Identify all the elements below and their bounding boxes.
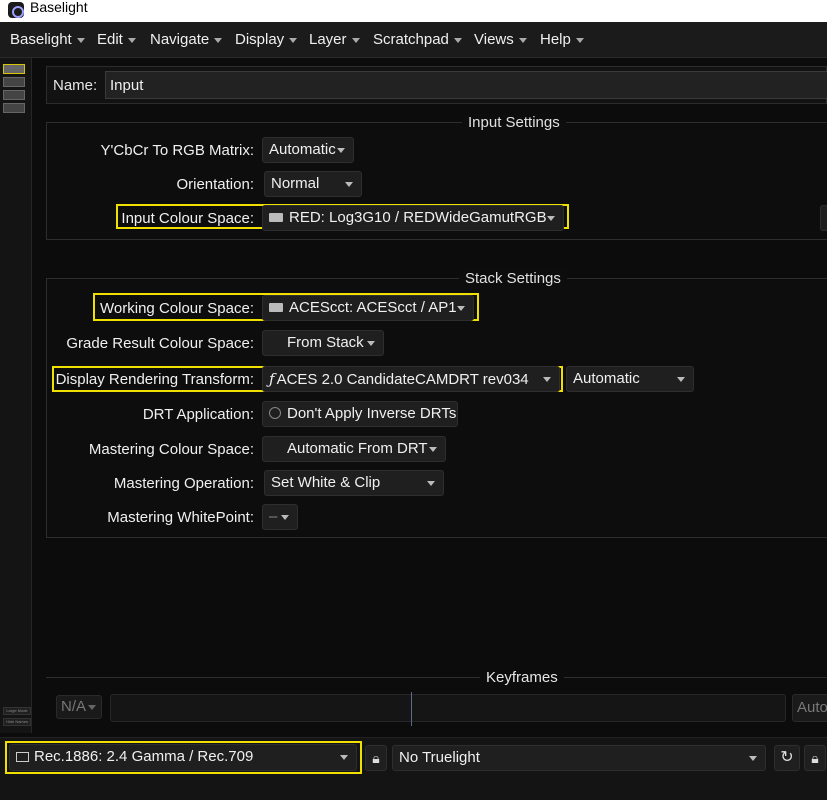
drt-label: Display Rendering Transform: [55,371,254,388]
chevron-down-icon [345,182,353,187]
camera-icon [269,303,283,312]
grade-result-dropdown[interactable]: From Stack [262,330,384,356]
name-input[interactable] [105,71,827,99]
chevron-down-icon [457,306,465,311]
menu-display[interactable]: Display [235,22,298,58]
input-colour-space-dropdown[interactable]: RED: Log3G10 / REDWideGamutRGB [262,205,564,231]
chevron-down-icon [575,37,584,43]
chevron-down-icon [127,37,136,43]
keyframe-timeline[interactable] [110,692,786,726]
window-title: Baselight [30,0,88,15]
menu-edit[interactable]: Edit [97,22,136,58]
keyframes-section: Keyframes N/A Auto [46,669,827,737]
layer-sidebar: Large Mode Hide Names [0,58,32,733]
menu-help[interactable]: Help [540,22,584,58]
chevron-down-icon [214,37,223,43]
chevron-down-icon [427,481,435,486]
chevron-down-icon [367,341,375,346]
chevron-down-icon [281,515,289,520]
title-bar: Baselight [0,0,827,22]
drt-application-label: DRT Application: [142,406,254,423]
mastering-colour-space-label: Mastering Colour Space: [88,441,254,458]
working-colour-space-label: Working Colour Space: [100,300,254,317]
chevron-down-icon [340,755,348,760]
radio-icon [269,407,281,420]
chevron-down-icon [351,37,360,43]
layer-thumbnail[interactable] [3,64,25,74]
menu-bar: Baselight Edit Navigate Display Layer Sc… [0,22,827,58]
menu-navigate[interactable]: Navigate [150,22,223,58]
grade-result-label: Grade Result Colour Space: [66,335,254,352]
input-side-button[interactable] [820,205,827,231]
drt-application-toggle[interactable]: Don't Apply Inverse DRTs [262,401,458,427]
large-mode-button[interactable]: Large Mode [3,707,31,715]
mastering-whitepoint-dropdown[interactable]: – [262,504,298,530]
keyframes-title: Keyframes [480,669,564,686]
baselight-app-icon [8,2,24,18]
refresh-icon: ↻ [780,749,794,766]
chevron-down-icon [547,216,555,221]
input-colour-space-label: Input Colour Space: [121,210,254,227]
mastering-whitepoint-label: Mastering WhitePoint: [107,509,254,526]
ycbcr-matrix-dropdown[interactable]: Automatic [262,137,354,163]
menu-layer[interactable]: Layer [309,22,360,58]
mastering-operation-dropdown[interactable]: Set White & Clip [264,470,444,496]
chevron-down-icon [749,756,757,761]
playhead[interactable] [411,692,412,726]
truelight-dropdown[interactable]: No Truelight [392,745,766,771]
stack-settings-title: Stack Settings [459,270,567,288]
input-settings-title: Input Settings [462,114,566,132]
lock-icon: 🔒︎ [372,750,380,766]
lock-button-secondary[interactable]: 🔒︎ [804,745,826,771]
orientation-label: Orientation: [176,176,254,193]
name-label: Name: [53,77,98,94]
working-colour-space-dropdown[interactable]: ACEScct: ACEScct / AP1 [262,295,474,321]
refresh-button[interactable]: ↻ [774,745,800,771]
chevron-down-icon [677,377,685,382]
monitor-icon [16,752,29,762]
layer-thumbnail[interactable] [3,90,25,100]
mastering-operation-label: Mastering Operation: [113,475,254,492]
ycbcr-matrix-label: Y'CbCr To RGB Matrix: [100,142,254,159]
menu-baselight[interactable]: Baselight [10,22,85,58]
chevron-down-icon [289,37,298,43]
menu-views[interactable]: Views [474,22,527,58]
camera-icon [269,213,283,222]
chevron-down-icon [429,447,437,452]
chevron-down-icon [543,377,551,382]
fx-icon: ƒ [269,370,275,388]
mastering-colour-space-dropdown[interactable]: Automatic From DRT [262,436,446,462]
keyframe-mode-dropdown[interactable]: N/A [56,695,102,719]
chevron-down-icon [88,705,96,710]
display-transform-dropdown[interactable]: Rec.1886: 2.4 Gamma / Rec.709 [9,744,357,771]
keyframe-auto-button[interactable]: Auto [792,694,827,722]
chevron-down-icon [453,37,462,43]
lock-icon: 🔒︎ [811,750,819,766]
chevron-down-icon [518,37,527,43]
menu-scratchpad[interactable]: Scratchpad [373,22,462,58]
lock-button[interactable]: 🔒︎ [365,745,387,771]
chevron-down-icon [337,148,345,153]
hide-names-button[interactable]: Hide Names [3,718,31,726]
drt-mode-dropdown[interactable]: Automatic [566,366,694,392]
drt-dropdown[interactable]: ƒ ACES 2.0 CandidateCAMDRT rev034 [262,366,560,392]
orientation-dropdown[interactable]: Normal [264,171,362,197]
name-row: Name: [46,66,827,104]
chevron-down-icon [76,37,85,43]
layer-thumbnail[interactable] [3,103,25,113]
layer-thumbnail[interactable] [3,77,25,87]
